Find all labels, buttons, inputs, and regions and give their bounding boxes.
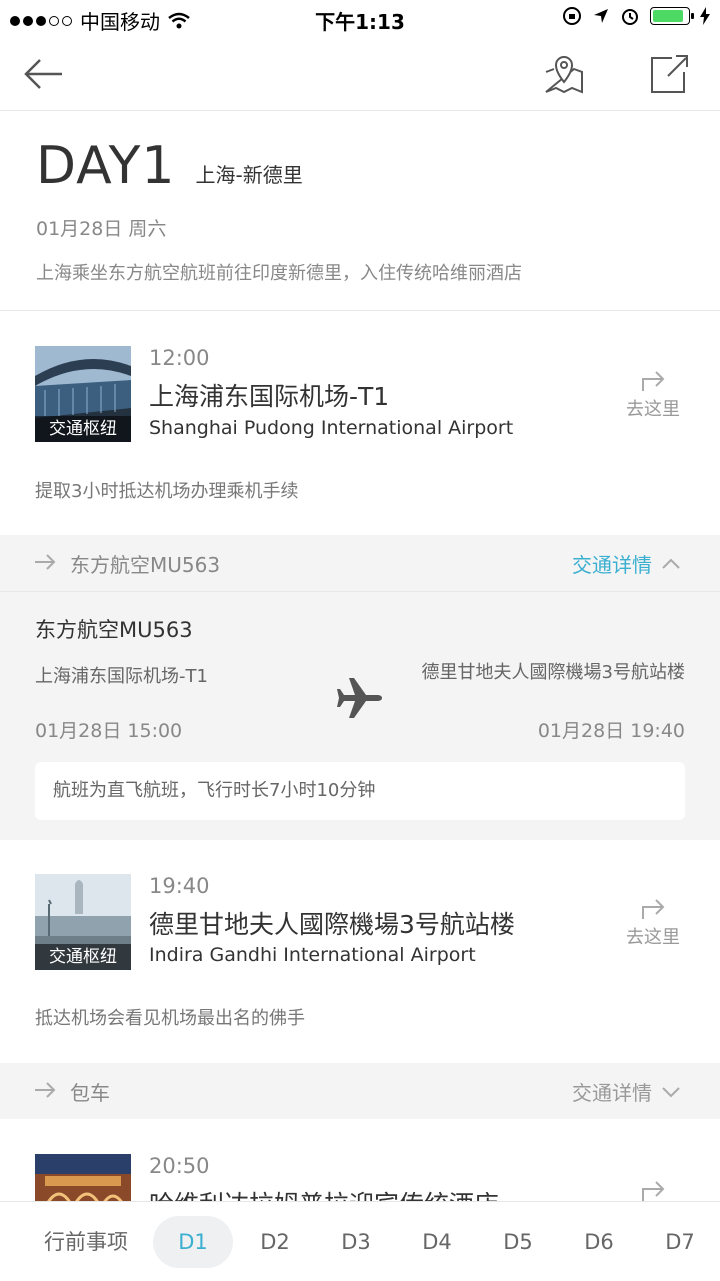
day-title: DAY1 [36, 136, 176, 196]
poi-category-label: 交通枢纽 [35, 416, 131, 442]
tab-d7[interactable]: D7 [650, 1222, 710, 1262]
poi-name-english: Shanghai Pudong International Airport [149, 417, 514, 439]
flight-origin: 上海浦东国际机场-T1 [35, 666, 208, 687]
poi-card[interactable]: 20:50 哈维利达拉姆普拉迎宾传统酒店 [0, 1119, 720, 1201]
day-header: DAY1 上海-新德里 01月28日 周六 上海乘坐东方航空航班前往印度新德里，… [36, 140, 686, 285]
poi-thumbnail: 交通枢纽 [35, 346, 131, 442]
day-description: 上海乘坐东方航空航班前往印度新德里，入住传统哈维丽酒店 [36, 263, 522, 284]
airplane-icon [337, 678, 382, 718]
tab-d4[interactable]: D4 [407, 1222, 467, 1262]
tab-d3[interactable]: D3 [326, 1222, 386, 1262]
flight-note: 航班为直飞航班，飞行时长7小时10分钟 [35, 762, 685, 820]
poi-name: 上海浦东国际机场-T1 [149, 382, 390, 411]
poi-name-english: Indira Gandhi International Airport [149, 944, 476, 966]
transport-detail-toggle[interactable]: 交通详情 [572, 1077, 680, 1106]
poi-time: 19:40 [149, 874, 210, 898]
transport-name: 包车 [70, 1081, 110, 1105]
battery-icon [650, 7, 694, 25]
poi-note: 提取3小时抵达机场办理乘机手续 [35, 481, 299, 502]
poi-thumbnail: 交通枢纽 [35, 874, 131, 970]
poi-name: 哈维利达拉姆普拉迎宾传统酒店 [149, 1185, 499, 1201]
location-icon [594, 9, 608, 23]
back-arrow-icon[interactable] [22, 52, 66, 96]
charging-icon [700, 7, 710, 25]
map-location-icon[interactable] [542, 52, 586, 96]
flight-departure-time: 01月28日 15:00 [35, 720, 183, 742]
transport-detail-label: 交通详情 [572, 553, 652, 577]
day-route: 上海-新德里 [195, 163, 303, 187]
orientation-lock-icon [563, 7, 581, 25]
chevron-up-icon [662, 558, 680, 569]
poi-category-label: 交通枢纽 [35, 944, 131, 970]
poi-time: 12:00 [149, 346, 210, 370]
arrow-right-icon [35, 554, 56, 570]
day-date: 01月28日 周六 [36, 218, 167, 240]
flight-destination: 德里甘地夫人國際機場3号航站楼 [421, 662, 685, 683]
go-here-button[interactable]: 去这里 [620, 893, 686, 949]
tab-pre-trip[interactable]: 行前事项 [30, 1222, 142, 1262]
transport-detail-label: 交通详情 [572, 1081, 652, 1105]
flight-name: 东方航空MU563 [35, 618, 193, 642]
go-here-button[interactable] [620, 1175, 686, 1201]
transport-name: 东方航空MU563 [70, 553, 221, 577]
status-bar: 中国移动 下午1:13 [0, 0, 720, 36]
poi-thumbnail [35, 1154, 131, 1201]
tab-d1[interactable]: D1 [153, 1216, 233, 1268]
tab-d5[interactable]: D5 [488, 1222, 548, 1262]
go-here-label: 去这里 [626, 399, 680, 420]
navigation-bar [0, 36, 720, 111]
day-tab-bar: 行前事项 D1 D2 D3 D4 D5 D6 D7 [0, 1201, 720, 1281]
poi-card[interactable]: 交通枢纽 12:00 上海浦东国际机场-T1 Shanghai Pudong I… [0, 311, 720, 511]
flight-arrival-time: 01月28日 19:40 [537, 720, 685, 742]
arrow-right-icon [35, 1082, 56, 1098]
alarm-icon [622, 9, 638, 25]
go-here-button[interactable]: 去这里 [620, 365, 686, 421]
go-here-label: 去这里 [626, 927, 680, 948]
route-arrow-icon [642, 899, 665, 919]
poi-name: 德里甘地夫人國際機場3号航站楼 [149, 910, 515, 939]
poi-note: 抵达机场会看见机场最出名的佛手 [35, 1008, 305, 1029]
poi-time: 20:50 [149, 1154, 210, 1178]
transport-bar[interactable]: 东方航空MU563 交通详情 [0, 535, 720, 591]
flight-details: 东方航空MU563 上海浦东国际机场-T1 德里甘地夫人國際機場3号航站楼 01… [0, 591, 720, 840]
route-arrow-icon [642, 1181, 665, 1201]
tab-d2[interactable]: D2 [245, 1222, 305, 1262]
chevron-down-icon [662, 1086, 680, 1097]
poi-card[interactable]: 交通枢纽 19:40 德里甘地夫人國際機場3号航站楼 Indira Gandhi… [0, 839, 720, 1039]
transport-bar[interactable]: 包车 交通详情 [0, 1063, 720, 1119]
share-icon[interactable] [646, 52, 690, 96]
tab-d6[interactable]: D6 [569, 1222, 629, 1262]
route-arrow-icon [642, 371, 665, 391]
transport-detail-toggle[interactable]: 交通详情 [572, 549, 680, 578]
